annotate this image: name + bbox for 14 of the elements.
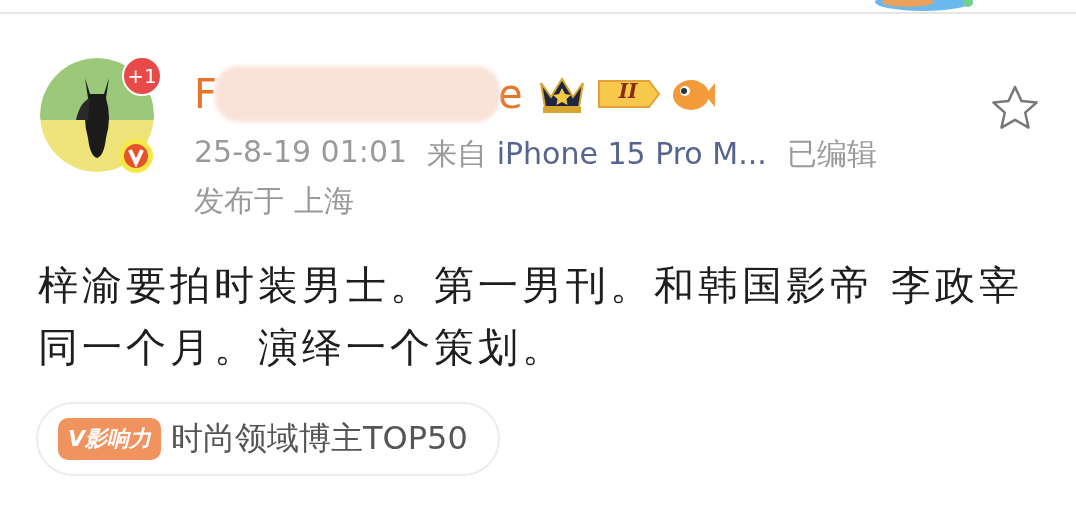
- source-label: 来自: [427, 136, 488, 171]
- influence-badge: V影响力: [58, 418, 162, 460]
- notification-badge: +1: [122, 56, 162, 96]
- user-name[interactable]: F: [194, 71, 217, 117]
- tag-label: 时尚领域博主TOP50: [171, 418, 468, 459]
- influence-tag[interactable]: V影响力 时尚领域博主TOP50: [36, 402, 500, 476]
- post-text: 梓渝要拍时装男士。第一男刊。和韩国影帝 李政宰同一个月。演绎一个策划。: [38, 261, 1024, 372]
- location-label: 发布于 上海: [194, 182, 355, 220]
- level-badge: II: [596, 77, 661, 111]
- user-name[interactable]: e: [498, 71, 523, 117]
- edited-label: 已编辑: [786, 135, 877, 173]
- favorite-icon[interactable]: [990, 84, 1040, 132]
- post-time: 25-8-19 01:01: [194, 134, 408, 171]
- device-link[interactable]: iPhone 15 Pro M...: [496, 136, 767, 171]
